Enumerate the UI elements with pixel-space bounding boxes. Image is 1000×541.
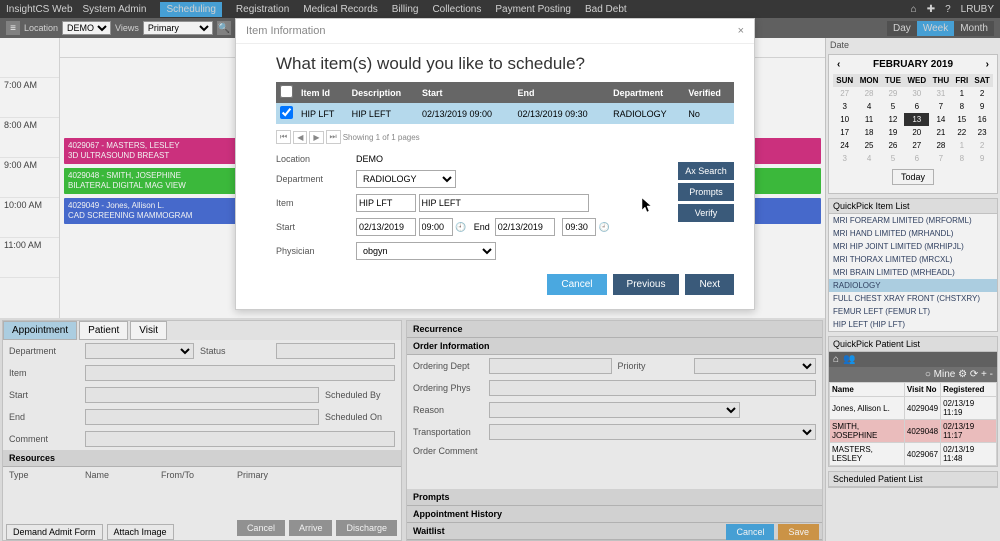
modal-side-button[interactable]: Ax Search: [678, 162, 734, 180]
table-row[interactable]: HIP LFT HIP LEFT 02/13/2019 09:00 02/13/…: [276, 103, 734, 124]
modal-side-button[interactable]: Verify: [678, 204, 734, 222]
m-item-label: Item: [276, 198, 346, 208]
item-table: Item Id Description Start End Department…: [276, 82, 734, 124]
m-end-date-input[interactable]: [495, 218, 555, 236]
m-dept-select[interactable]: RADIOLOGY: [356, 170, 456, 188]
select-all-checkbox[interactable]: [280, 85, 293, 98]
modal-heading: What item(s) would you like to schedule?: [276, 54, 734, 74]
m-end-time-input[interactable]: [562, 218, 596, 236]
modal-next-button[interactable]: Next: [685, 274, 734, 295]
clock-icon[interactable]: 🕘: [455, 222, 466, 232]
modal-previous-button[interactable]: Previous: [613, 274, 680, 295]
modal-side-button[interactable]: Prompts: [678, 183, 734, 201]
close-icon[interactable]: ×: [738, 25, 744, 37]
item-info-modal: Item Information × What item(s) would you…: [235, 18, 755, 310]
m-phys-label: Physician: [276, 246, 346, 256]
m-location-value: DEMO: [356, 154, 383, 164]
m-start-label: Start: [276, 222, 346, 232]
m-item-id-input[interactable]: [356, 194, 416, 212]
m-start-date-input[interactable]: [356, 218, 416, 236]
m-phys-select[interactable]: obgyn: [356, 242, 496, 260]
modal-title: Item Information: [246, 25, 325, 37]
m-location-label: Location: [276, 154, 346, 164]
m-dept-label: Department: [276, 174, 346, 184]
last-page-icon[interactable]: ⏭: [326, 130, 341, 144]
row-checkbox[interactable]: [280, 106, 293, 119]
m-end-label: End: [474, 222, 490, 232]
modal-cancel-button[interactable]: Cancel: [547, 274, 606, 295]
m-item-desc-input[interactable]: [419, 194, 589, 212]
first-page-icon[interactable]: ⏮: [276, 130, 291, 144]
m-start-time-input[interactable]: [419, 218, 453, 236]
prev-page-icon[interactable]: ◀: [293, 131, 307, 144]
clock-icon[interactable]: 🕘: [599, 222, 610, 232]
pager: ⏮ ◀ ▶ ⏭ Showing 1 of 1 pages: [276, 130, 734, 144]
next-page-icon[interactable]: ▶: [309, 131, 323, 144]
